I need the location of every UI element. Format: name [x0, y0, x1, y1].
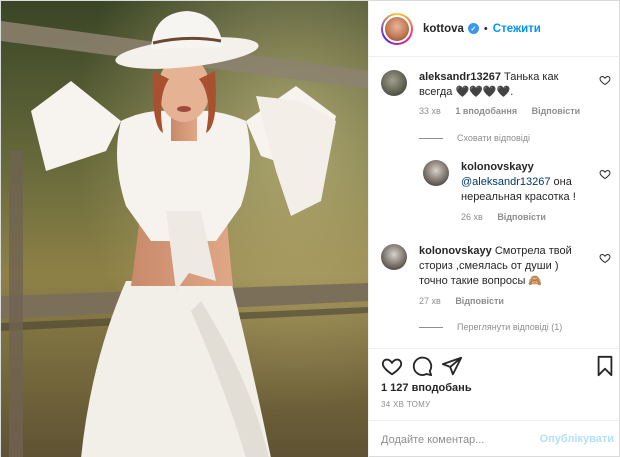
- thread-line: [419, 137, 443, 139]
- author-username[interactable]: kottova: [423, 23, 464, 35]
- view-replies-button[interactable]: Переглянути відповіді (1): [419, 322, 562, 332]
- post-side-panel: kottova ✓ • Стежити aleksandr13267 Таньк…: [368, 1, 620, 457]
- author-avatar-image: [383, 14, 411, 43]
- comment-time: 27 хв: [419, 296, 441, 306]
- post-actions: 1 127 вподобань 34 ХВ ТОМУ Опублікувати: [369, 348, 620, 457]
- reply-time: 26 хв: [461, 212, 483, 222]
- comment-input[interactable]: [381, 432, 541, 448]
- photo-illustration: [1, 1, 368, 457]
- heart-icon[interactable]: [599, 74, 611, 86]
- post-time-ago[interactable]: 34 ХВ ТОМУ: [381, 400, 431, 409]
- instagram-post: kottova ✓ • Стежити aleksandr13267 Таньк…: [0, 0, 620, 457]
- add-comment-bar: Опублікувати: [369, 420, 620, 457]
- comment-item: aleksandr13267 Танька как всегда 🖤🖤🖤🖤. 3…: [381, 70, 611, 130]
- comment-meta: 33 хв 1 вподобання Відповісти: [419, 106, 592, 116]
- comment-body: kolonovskayy Смотрела твой сториз ,смеял…: [419, 244, 587, 289]
- header-separator: •: [483, 22, 488, 35]
- reply-mention[interactable]: @aleksandr13267: [461, 176, 550, 188]
- reply-avatar[interactable]: [423, 160, 449, 186]
- comment-username[interactable]: aleksandr13267: [419, 71, 501, 83]
- bookmark-icon[interactable]: [594, 355, 616, 377]
- comment-icon[interactable]: [411, 355, 433, 377]
- author-avatar[interactable]: [381, 12, 413, 45]
- comment-avatar[interactable]: [381, 244, 407, 270]
- post-header: kottova ✓ • Стежити: [369, 1, 620, 57]
- heart-icon[interactable]: [599, 168, 611, 180]
- comment-avatar[interactable]: [381, 70, 407, 96]
- thread-line: [419, 326, 443, 328]
- comment-meta: 27 хв Відповісти: [419, 296, 516, 306]
- hide-replies-label: Сховати відповіді: [457, 133, 530, 143]
- comment-time: 33 хв: [419, 106, 441, 116]
- publish-button[interactable]: Опублікувати: [540, 433, 614, 445]
- reply-button[interactable]: Відповісти: [532, 106, 581, 116]
- share-icon[interactable]: [441, 355, 463, 377]
- reply-body: kolonovskayy @aleksandr13267 она нереаль…: [461, 160, 591, 205]
- likes-count[interactable]: 1 127 вподобань: [381, 382, 472, 394]
- comment-item: kolonovskayy Смотрела твой сториз ,смеял…: [381, 244, 611, 314]
- reply-item: kolonovskayy @aleksandr13267 она нереаль…: [423, 160, 611, 230]
- verified-icon: ✓: [467, 23, 479, 34]
- hide-replies-button[interactable]: Сховати відповіді: [419, 133, 530, 143]
- view-replies-label: Переглянути відповіді (1): [457, 322, 563, 332]
- comment-likes[interactable]: 1 вподобання: [455, 106, 517, 116]
- heart-icon[interactable]: [599, 252, 611, 264]
- follow-button[interactable]: Стежити: [493, 23, 541, 35]
- comment-username[interactable]: kolonovskayy: [419, 245, 492, 257]
- post-photo[interactable]: [1, 1, 368, 457]
- comments-list[interactable]: aleksandr13267 Танька как всегда 🖤🖤🖤🖤. 3…: [369, 58, 620, 348]
- reply-username[interactable]: kolonovskayy: [461, 161, 534, 173]
- reply-button[interactable]: Відповісти: [455, 296, 504, 306]
- reply-meta: 26 хв Відповісти: [461, 212, 558, 222]
- heart-icon[interactable]: [381, 355, 403, 377]
- reply-button[interactable]: Відповісти: [497, 212, 546, 222]
- comment-body: aleksandr13267 Танька как всегда 🖤🖤🖤🖤.: [419, 70, 587, 100]
